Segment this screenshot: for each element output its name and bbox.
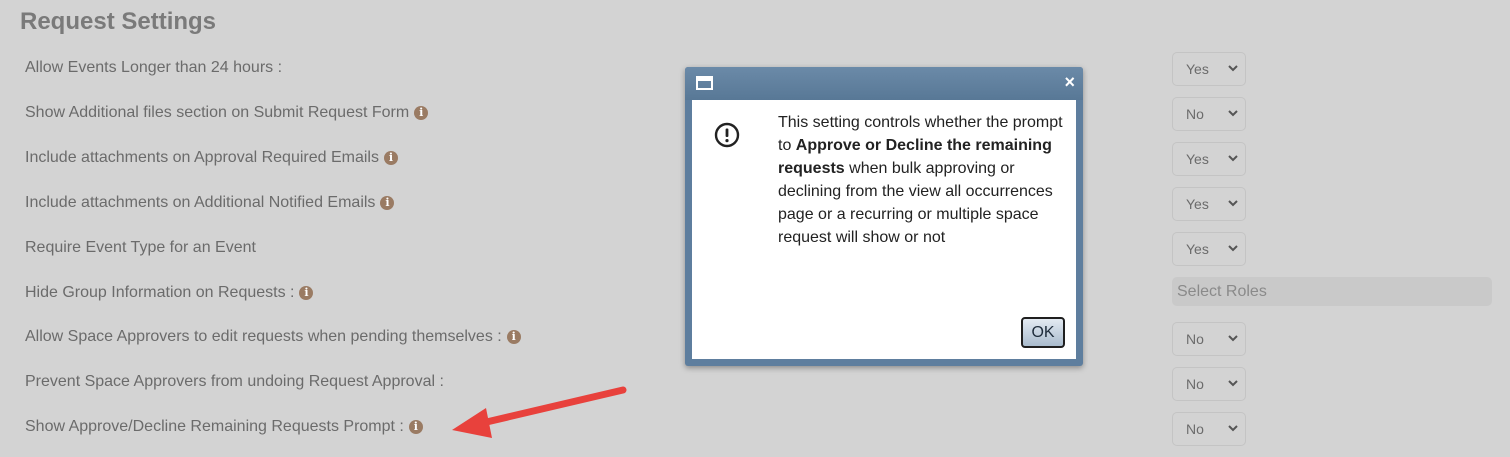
window-icon <box>696 76 713 90</box>
chevron-down-icon <box>1228 155 1238 162</box>
select-roles-input[interactable]: Select Roles <box>1172 277 1492 306</box>
setting-label: Allow Events Longer than 24 hours : <box>25 59 283 76</box>
chevron-down-icon <box>1228 110 1238 117</box>
info-dialog: × This setting controls whether the prom… <box>685 67 1083 366</box>
select-value: No <box>1186 106 1204 122</box>
setting-label: Include attachments on Approval Required… <box>25 149 379 166</box>
select-value: Yes <box>1186 61 1209 77</box>
remaining-prompt-select[interactable]: No <box>1172 412 1246 446</box>
setting-row-allow-long-events: Allow Events Longer than 24 hours : <box>25 53 282 83</box>
dialog-message: This setting controls whether the prompt… <box>778 111 1068 249</box>
select-value: Yes <box>1186 196 1209 212</box>
dialog-body: This setting controls whether the prompt… <box>692 100 1076 359</box>
section-title: Request Settings <box>20 8 217 35</box>
select-value: No <box>1186 421 1204 437</box>
setting-label: Require Event Type for an Event <box>25 239 256 256</box>
approvers-edit-select[interactable]: No <box>1172 322 1246 356</box>
setting-row-hide-group-info: Hide Group Information on Requests : i <box>25 278 314 308</box>
approval-attachments-select[interactable]: Yes <box>1172 142 1246 176</box>
chevron-down-icon <box>1228 335 1238 342</box>
require-event-type-select[interactable]: Yes <box>1172 232 1246 266</box>
info-icon[interactable]: i <box>414 106 429 120</box>
select-value: No <box>1186 331 1204 347</box>
setting-row-approvers-edit: Allow Space Approvers to edit requests w… <box>25 322 521 352</box>
info-icon[interactable]: i <box>408 420 423 434</box>
setting-row-notified-attachments: Include attachments on Additional Notifi… <box>25 188 395 218</box>
close-button[interactable]: × <box>1064 72 1075 92</box>
setting-label: Hide Group Information on Requests : <box>25 284 295 301</box>
select-value: No <box>1186 376 1204 392</box>
setting-row-prevent-undo: Prevent Space Approvers from undoing Req… <box>25 367 444 397</box>
chevron-down-icon <box>1228 245 1238 252</box>
prevent-undo-select[interactable]: No <box>1172 367 1246 401</box>
setting-label: Show Approve/Decline Remaining Requests … <box>25 418 404 435</box>
setting-label: Allow Space Approvers to edit requests w… <box>25 328 502 345</box>
chevron-down-icon <box>1228 200 1238 207</box>
info-icon[interactable]: i <box>380 196 395 210</box>
additional-files-select[interactable]: No <box>1172 97 1246 131</box>
setting-label: Prevent Space Approvers from undoing Req… <box>25 373 444 390</box>
setting-row-additional-files: Show Additional files section on Submit … <box>25 98 429 128</box>
chevron-down-icon <box>1228 380 1238 387</box>
red-arrow <box>452 386 627 438</box>
select-value: Yes <box>1186 151 1209 167</box>
roles-placeholder: Select Roles <box>1177 282 1267 300</box>
exclamation-circle-icon <box>714 122 740 148</box>
setting-row-remaining-prompt: Show Approve/Decline Remaining Requests … <box>25 412 423 442</box>
chevron-down-icon <box>1228 425 1238 432</box>
info-icon[interactable]: i <box>299 286 314 300</box>
setting-row-approval-attachments: Include attachments on Approval Required… <box>25 143 398 173</box>
select-value: Yes <box>1186 241 1209 257</box>
info-icon[interactable]: i <box>383 151 398 165</box>
info-icon[interactable]: i <box>506 330 521 344</box>
chevron-down-icon <box>1228 65 1238 72</box>
ok-button[interactable]: OK <box>1021 317 1065 348</box>
setting-row-require-event-type: Require Event Type for an Event <box>25 233 256 263</box>
setting-label: Include attachments on Additional Notifi… <box>25 194 376 211</box>
allow-long-events-select[interactable]: Yes <box>1172 52 1246 86</box>
setting-label: Show Additional files section on Submit … <box>25 104 410 121</box>
dialog-titlebar[interactable]: × <box>685 67 1083 100</box>
notified-attachments-select[interactable]: Yes <box>1172 187 1246 221</box>
